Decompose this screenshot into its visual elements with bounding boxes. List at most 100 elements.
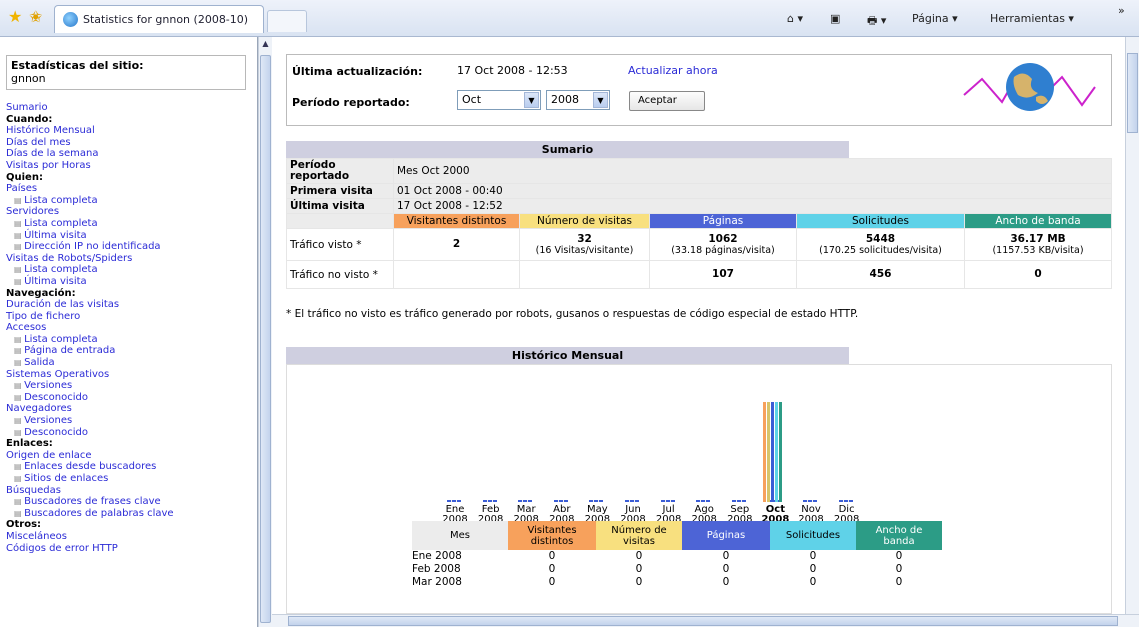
not-seen-requests: 456 xyxy=(796,260,965,289)
add-favorites-icon[interactable]: ✬ xyxy=(29,9,42,25)
sidebar-scroll-thumb[interactable] xyxy=(260,55,271,623)
tools-menu[interactable]: Herramientas ▾ xyxy=(990,12,1074,25)
chart-bar xyxy=(763,402,767,502)
col-visits: Número de visitas xyxy=(596,521,682,550)
sidebar-item[interactable]: Servidores xyxy=(6,206,256,218)
table-cell: 0 xyxy=(722,550,730,562)
sidebar-item[interactable]: Última visita xyxy=(6,230,256,242)
chart-baseline xyxy=(731,500,746,502)
sidebar-item[interactable]: Lista completa xyxy=(6,334,256,346)
chevron-down-icon: ▼ xyxy=(524,92,539,108)
sidebar-item[interactable]: Histórico Mensual xyxy=(6,125,256,137)
sidebar-item[interactable]: Tipo de fichero xyxy=(6,311,256,323)
last-update-label: Última actualización: xyxy=(292,65,423,78)
requests-per-visit: (170.25 solicitudes/visita) xyxy=(819,244,942,256)
col-requests: Solicitudes xyxy=(770,521,856,550)
chart-bar xyxy=(771,402,775,502)
sidebar-scrollbar[interactable]: ▲ xyxy=(258,37,272,627)
not-seen-visitors xyxy=(393,260,520,289)
sidebar-item[interactable]: Visitas por Horas xyxy=(6,160,256,172)
col-month: Mes xyxy=(412,521,508,550)
new-tab-button[interactable] xyxy=(267,10,307,32)
history-title: Histórico Mensual xyxy=(286,347,849,364)
sidebar-heading: Quien: xyxy=(6,171,43,183)
sidebar-item[interactable]: Dirección IP no identificada xyxy=(6,241,256,253)
main-scroll-thumb[interactable] xyxy=(1127,53,1138,133)
accept-button[interactable]: Aceptar xyxy=(629,91,705,111)
chart-baseline xyxy=(625,500,639,502)
last-update-value: 17 Oct 2008 - 12:53 xyxy=(457,64,568,77)
sidebar-item[interactable]: Página de entrada xyxy=(6,345,256,357)
monthly-history-chart xyxy=(287,365,1113,515)
kb-per-visit: (1157.53 KB/visita) xyxy=(992,244,1084,256)
chart-baseline xyxy=(803,500,817,502)
sidebar-item[interactable]: Accesos xyxy=(6,322,256,334)
sidebar-item[interactable]: Sumario xyxy=(6,102,256,114)
sidebar-heading: Cuando: xyxy=(6,113,53,125)
chart-baseline xyxy=(553,500,568,502)
table-row: Feb 2008 0 0 0 0 0 xyxy=(412,563,942,576)
sidebar-item[interactable]: Salida xyxy=(6,357,256,369)
table-cell: 0 xyxy=(635,563,643,575)
main-scrollbar[interactable] xyxy=(1125,37,1139,614)
favorites-star-icon[interactable]: ★ xyxy=(8,9,22,25)
table-cell: 0 xyxy=(635,576,643,588)
sidebar-item[interactable]: Sitios de enlaces xyxy=(6,473,256,485)
sidebar-item[interactable]: Sistemas Operativos xyxy=(6,369,256,381)
not-seen-traffic-label: Tráfico no visto * xyxy=(286,260,394,289)
sidebar-item[interactable]: Duración de las visitas xyxy=(6,299,256,311)
sidebar-item[interactable]: Misceláneos xyxy=(6,531,256,543)
sidebar-item[interactable]: Origen de enlace xyxy=(6,450,256,462)
update-now-link[interactable]: Actualizar ahora xyxy=(628,64,718,77)
year-select[interactable]: 2008 ▼ xyxy=(546,90,610,110)
table-cell: 0 xyxy=(548,576,556,588)
sidebar-item[interactable]: Lista completa xyxy=(6,264,256,276)
seen-pages-value: 1062 xyxy=(708,232,738,245)
table-cell: 0 xyxy=(722,563,730,575)
chart-bar xyxy=(775,402,779,502)
col-bandwidth: Ancho de banda xyxy=(856,521,942,550)
sidebar-item[interactable]: Desconocido xyxy=(6,427,256,439)
home-icon[interactable]: ⌂ ▾ xyxy=(787,12,803,25)
chart-baseline xyxy=(589,500,604,502)
summary-table: Período reportado Mes Oct 2000 Primera v… xyxy=(286,158,1112,289)
sidebar-item[interactable]: Última visita xyxy=(6,276,256,288)
horizontal-scrollbar[interactable] xyxy=(272,614,1139,627)
sidebar-item[interactable]: Días de la semana xyxy=(6,148,256,160)
sidebar-item[interactable]: Lista completa xyxy=(6,218,256,230)
print-icon[interactable]: 🖶 ▾ xyxy=(867,12,886,31)
browser-tab-active[interactable]: Statistics for gnnon (2008-10) xyxy=(54,5,264,33)
seen-bandwidth-value: 36.17 MB xyxy=(1010,232,1066,245)
summary-title: Sumario xyxy=(286,141,849,158)
period-label: Período reportado: xyxy=(292,96,410,109)
scroll-up-icon[interactable]: ▲ xyxy=(260,39,271,51)
feeds-icon[interactable]: ▣ xyxy=(830,12,840,25)
sidebar-item[interactable]: Desconocido xyxy=(6,392,256,404)
table-cell: 0 xyxy=(895,563,903,575)
sidebar-item[interactable]: Buscadores de frases clave xyxy=(6,496,256,508)
site-stats-title: Estadísticas del sitio: gnnon xyxy=(6,55,246,90)
sidebar-item[interactable]: Códigos de error HTTP xyxy=(6,543,256,555)
sidebar-item[interactable]: Buscadores de palabras clave xyxy=(6,508,256,520)
sidebar-item[interactable]: Países xyxy=(6,183,256,195)
awstats-globe-logo xyxy=(963,63,1096,111)
col-distinct-visitors: Visitantes distintos xyxy=(393,213,520,229)
sidebar-item[interactable]: Navegadores xyxy=(6,403,256,415)
sidebar-item[interactable]: Enlaces desde buscadores xyxy=(6,461,256,473)
page-menu[interactable]: Página ▾ xyxy=(912,12,958,25)
sidebar-item[interactable]: Versiones xyxy=(6,415,256,427)
sidebar-item[interactable]: Lista completa xyxy=(6,195,256,207)
month-select[interactable]: Oct ▼ xyxy=(457,90,541,110)
monthly-table: Mes Visitantes distintos Número de visit… xyxy=(412,521,942,589)
horizontal-scroll-thumb[interactable] xyxy=(288,616,1118,626)
period-reported-label: Período reportado xyxy=(286,158,394,184)
table-row: Ene 2008 0 0 0 0 0 xyxy=(412,550,942,563)
sidebar-item[interactable]: Visitas de Robots/Spiders xyxy=(6,253,256,265)
sidebar-item[interactable]: Búsquedas xyxy=(6,485,256,497)
table-cell: 0 xyxy=(809,550,817,562)
seen-visits-value: 32 xyxy=(577,232,592,245)
seen-requests: 5448 (170.25 solicitudes/visita) xyxy=(796,228,965,261)
sidebar-item[interactable]: Días del mes xyxy=(6,137,256,149)
chevron-more-icon[interactable]: » xyxy=(1118,4,1125,17)
sidebar-item[interactable]: Versiones xyxy=(6,380,256,392)
